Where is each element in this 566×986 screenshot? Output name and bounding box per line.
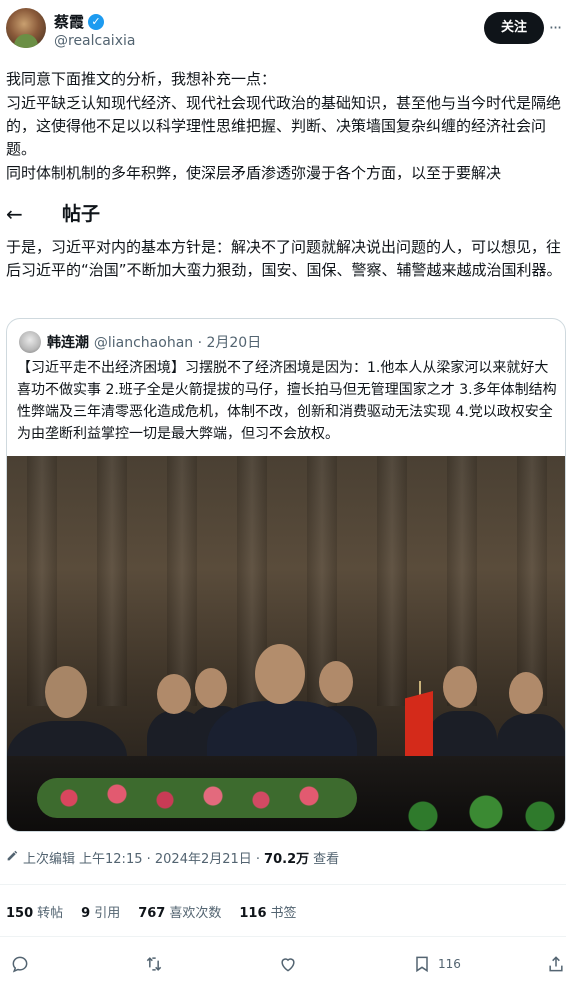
reply-icon (12, 956, 28, 973)
stat-quotes[interactable]: 9 引用 (81, 902, 120, 921)
post-text-paragraph-4: 于是，习近平对内的基本方针是：解决不了问题就解决说出问题的人，可以想见，往后习近… (6, 238, 562, 279)
quoted-author-name: 韩连潮 (47, 335, 89, 351)
quoted-author-row: 韩连潮 @lianchaohan · 2月20日 (47, 332, 261, 352)
post-text-paragraph-2: 习近平缺乏认知现代经济、现代社会现代政治的基础知识，甚至他与当今时代是隔绝的，这… (6, 94, 562, 158)
repost-button[interactable] (144, 950, 164, 978)
bookmark-button[interactable]: 116 (412, 950, 461, 978)
post-stats-row: 150 转帖 9 引用 767 喜欢次数 116 书签 (6, 902, 297, 921)
stat-reposts[interactable]: 150 转帖 (6, 902, 63, 921)
verified-badge-icon: ✓ (88, 13, 105, 30)
page-title: 帖子 (62, 203, 101, 225)
repost-icon (146, 957, 162, 971)
quoted-post-text: 【习近平走不出经济困境】习摆脱不了经济困境是因为：1.他本人从梁家河以来就好大喜… (17, 360, 557, 442)
quoted-post-card[interactable]: 韩连潮 @lianchaohan · 2月20日 【习近平走不出经济困境】习摆脱… (6, 318, 566, 832)
stat-likes[interactable]: 767 喜欢次数 (138, 902, 221, 921)
arrow-left-icon[interactable]: ← (6, 200, 23, 228)
follow-button[interactable]: 关注 (484, 12, 544, 44)
post-actions-bar: 116 (0, 950, 566, 978)
post-text-line-1: 我同意下面推文的分析，我想补充一点： (6, 70, 277, 88)
quoted-post-photo[interactable] (7, 456, 565, 831)
edited-link[interactable]: 上次编辑 (23, 848, 75, 867)
like-button[interactable] (278, 950, 298, 978)
post-meta-row: 上次编辑 上午12:15 · 2024年2月21日 · 70.2万 查看 (6, 848, 339, 867)
quoted-author-handle-date: @lianchaohan · 2月20日 (93, 335, 262, 351)
stat-bookmarks[interactable]: 116 书签 (239, 902, 296, 921)
views-count: 70.2万 (264, 852, 310, 867)
bookmark-count: 116 (438, 957, 461, 971)
more-options-icon[interactable]: ··· (546, 14, 564, 42)
quoted-author-avatar (19, 331, 41, 353)
author-avatar[interactable] (6, 8, 46, 48)
views-label: 查看 (313, 852, 340, 867)
heart-icon (281, 958, 295, 972)
author-name[interactable]: 蔡霞 (54, 11, 84, 32)
share-button[interactable] (546, 950, 566, 978)
post-timestamp[interactable]: 上午12:15 · 2024年2月21日 · (79, 848, 260, 867)
pencil-edit-icon (6, 849, 19, 866)
post-text-line-3: 同时体制机制的多年积弊，使深层矛盾渗透弥漫于各个方面，以至于要解决 (6, 164, 502, 182)
bookmark-icon (416, 956, 428, 973)
divider (0, 884, 566, 885)
author-name-row[interactable]: 蔡霞 ✓ (54, 11, 105, 32)
share-icon (549, 956, 563, 972)
reply-button[interactable] (10, 950, 30, 978)
author-handle[interactable]: @realcaixia (54, 33, 135, 49)
divider (0, 936, 566, 937)
